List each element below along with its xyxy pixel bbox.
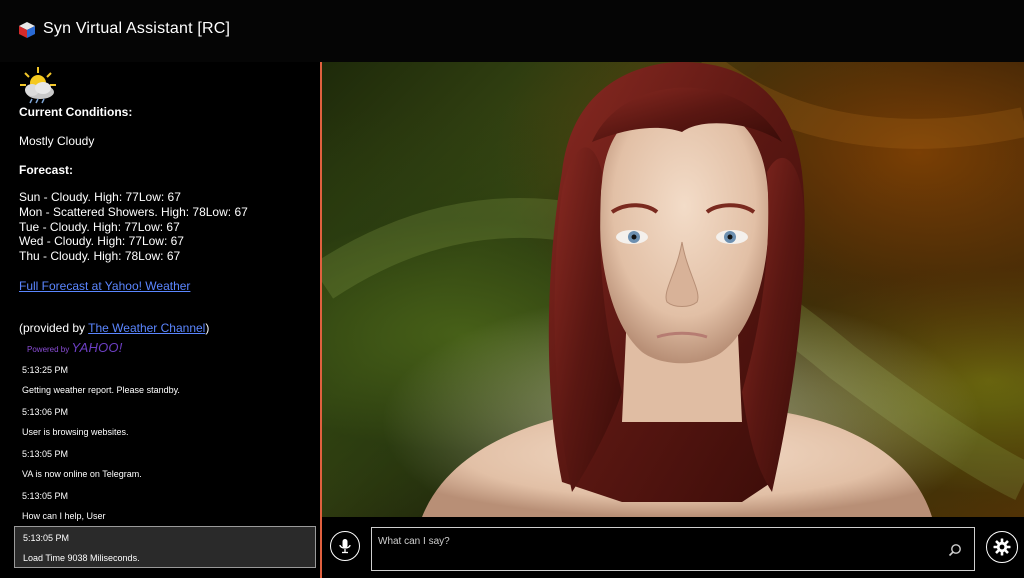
provided-by: (provided by The Weather Channel) bbox=[19, 321, 209, 335]
log-entry[interactable]: 5:13:06 PM User is browsing websites. bbox=[14, 400, 316, 442]
app-title: Syn Virtual Assistant [RC] bbox=[43, 20, 231, 37]
log-time: 5:13:05 PM bbox=[23, 533, 70, 543]
app-logo-icon bbox=[19, 22, 35, 38]
log-entry[interactable]: 5:13:05 PM How can I help, User bbox=[14, 484, 316, 526]
forecast-day: Wed - Cloudy. High: 77Low: 67 bbox=[19, 234, 184, 249]
full-forecast-link[interactable]: Full Forecast at Yahoo! Weather bbox=[19, 279, 190, 293]
current-conditions-value: Mostly Cloudy bbox=[19, 134, 95, 148]
forecast-day: Tue - Cloudy. High: 77Low: 67 bbox=[19, 219, 180, 234]
current-conditions-heading: Current Conditions: bbox=[19, 105, 133, 119]
weather-channel-link[interactable]: The Weather Channel bbox=[88, 321, 205, 335]
log-time: 5:13:05 PM bbox=[22, 491, 69, 501]
avatar-illustration bbox=[322, 62, 1024, 517]
forecast-list: Sun - Cloudy. High: 77Low: 67 Mon - Scat… bbox=[19, 190, 248, 264]
command-input[interactable] bbox=[376, 532, 940, 550]
log-message: Load Time 9038 Miliseconds. bbox=[23, 553, 140, 563]
forecast-heading: Forecast: bbox=[19, 163, 74, 177]
microphone-button[interactable] bbox=[330, 531, 360, 561]
log-time: 5:13:25 PM bbox=[22, 365, 69, 375]
partly-cloudy-icon bbox=[20, 67, 56, 104]
log-entry-selected[interactable]: 5:13:05 PM Load Time 9038 Miliseconds. bbox=[14, 526, 316, 568]
log-time: 5:13:05 PM bbox=[22, 449, 69, 459]
forecast-day: Sun - Cloudy. High: 77Low: 67 bbox=[19, 190, 181, 204]
log-entry[interactable]: 5:13:25 PM Getting weather report. Pleas… bbox=[14, 358, 316, 400]
powered-by-label: Powered by bbox=[27, 345, 70, 354]
microphone-icon bbox=[339, 539, 351, 554]
provided-by-prefix: (provided by bbox=[19, 321, 89, 335]
title-bar: Syn Virtual Assistant [RC] bbox=[0, 0, 1024, 62]
powered-by-yahoo[interactable]: Powered by YAHOO! bbox=[27, 340, 123, 355]
provided-by-suffix: ) bbox=[205, 321, 210, 335]
log-entry[interactable]: 5:13:05 PM VA is now online on Telegram. bbox=[14, 442, 316, 484]
log-message: User is browsing websites. bbox=[22, 427, 129, 437]
log-time: 5:13:06 PM bbox=[22, 407, 69, 417]
settings-button[interactable] bbox=[986, 531, 1018, 563]
log-message: Getting weather report. Please standby. bbox=[22, 385, 180, 395]
yahoo-logo: YAHOO! bbox=[71, 340, 123, 355]
log-message: VA is now online on Telegram. bbox=[22, 469, 142, 479]
log-message: How can I help, User bbox=[22, 511, 106, 521]
search-icon[interactable] bbox=[948, 543, 962, 557]
avatar-viewport bbox=[322, 62, 1024, 517]
forecast-day: Mon - Scattered Showers. High: 78Low: 67 bbox=[19, 204, 248, 219]
gear-icon bbox=[993, 538, 1011, 556]
command-input-box[interactable] bbox=[371, 527, 975, 571]
forecast-day: Thu - Cloudy. High: 78Low: 67 bbox=[19, 249, 181, 264]
